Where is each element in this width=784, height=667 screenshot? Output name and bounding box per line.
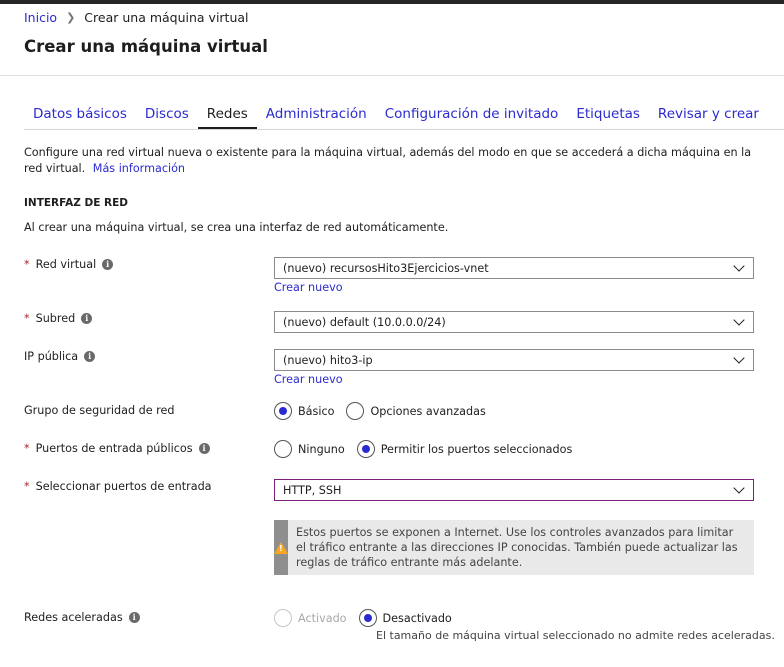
chevron-down-icon bbox=[733, 314, 745, 326]
inbound-ports-label-text: Puertos de entrada públicos bbox=[35, 442, 193, 455]
accel-off-radio[interactable]: Desactivado bbox=[358, 609, 452, 627]
info-icon[interactable]: i bbox=[128, 612, 140, 623]
inbound-selected-radio[interactable]: Permitir los puertos seleccionados bbox=[356, 440, 573, 458]
radio-unchecked-icon[interactable] bbox=[274, 440, 292, 458]
radio-checked-icon[interactable] bbox=[274, 402, 292, 420]
tab-configuracion-invitado[interactable]: Configuración de invitado bbox=[376, 106, 568, 129]
accel-radio-group: Activado Desactivado bbox=[274, 609, 464, 627]
nsg-basic-radio[interactable]: Básico bbox=[274, 402, 334, 420]
tab-bar: Datos básicos Discos Redes Administració… bbox=[24, 106, 768, 129]
breadcrumb-home-link[interactable]: Inicio bbox=[24, 10, 57, 25]
required-marker: * bbox=[24, 480, 30, 493]
accel-on-radio: Activado bbox=[274, 609, 347, 627]
nsg-label: Grupo de seguridad de red bbox=[24, 404, 175, 417]
top-bar bbox=[0, 0, 784, 4]
tab-datos-basicos[interactable]: Datos básicos bbox=[24, 106, 136, 129]
accel-label-text: Redes aceleradas bbox=[24, 611, 123, 624]
breadcrumb: Inicio ❯ Crear una máquina virtual bbox=[24, 10, 249, 25]
info-icon[interactable]: i bbox=[81, 313, 93, 324]
info-icon[interactable]: i bbox=[198, 443, 210, 454]
inbound-ports-radio-group: Ninguno Permitir los puertos seleccionad… bbox=[274, 440, 584, 458]
vnet-dropdown[interactable]: (nuevo) recursosHito3Ejercicios-vnet bbox=[274, 257, 754, 279]
subnet-label-text: Subred bbox=[35, 312, 76, 325]
breadcrumb-current: Crear una máquina virtual bbox=[84, 10, 249, 25]
warning-banner: ! Estos puertos se exponen a Internet. U… bbox=[274, 520, 754, 575]
nsg-advanced-radio[interactable]: Opciones avanzadas bbox=[346, 402, 486, 420]
required-marker: * bbox=[24, 442, 30, 455]
vnet-label: * Red virtual i bbox=[24, 258, 114, 271]
public-ip-label-text: IP pública bbox=[24, 350, 79, 363]
page-title: Crear una máquina virtual bbox=[24, 37, 268, 56]
select-ports-label-text: Seleccionar puertos de entrada bbox=[35, 480, 212, 493]
vnet-value: (nuevo) recursosHito3Ejercicios-vnet bbox=[283, 261, 489, 275]
chevron-down-icon bbox=[733, 352, 745, 364]
select-ports-value: HTTP, SSH bbox=[283, 483, 342, 497]
inbound-none-radio[interactable]: Ninguno bbox=[274, 440, 345, 458]
intro-text: Configure una red virtual nueva o existe… bbox=[24, 145, 754, 177]
radio-checked-icon[interactable] bbox=[358, 609, 377, 627]
chevron-right-icon: ❯ bbox=[66, 11, 76, 24]
divider bbox=[0, 75, 784, 76]
public-ip-value: (nuevo) hito3-ip bbox=[283, 353, 373, 367]
nsg-radio-group: Básico Opciones avanzadas bbox=[274, 402, 498, 420]
inbound-none-label: Ninguno bbox=[298, 442, 345, 456]
public-ip-label: IP pública i bbox=[24, 350, 96, 363]
nsg-basic-label: Básico bbox=[298, 404, 335, 418]
public-ip-dropdown[interactable]: (nuevo) hito3-ip bbox=[274, 349, 754, 371]
warning-icon: ! bbox=[274, 541, 288, 554]
tab-etiquetas[interactable]: Etiquetas bbox=[567, 106, 649, 129]
nsg-advanced-label: Opciones avanzadas bbox=[370, 404, 486, 418]
select-ports-label: * Seleccionar puertos de entrada bbox=[24, 480, 212, 493]
warning-bar: ! bbox=[274, 520, 288, 575]
accel-off-label: Desactivado bbox=[382, 611, 452, 625]
vnet-create-link[interactable]: Crear nuevo bbox=[274, 281, 343, 294]
public-ip-create-link[interactable]: Crear nuevo bbox=[274, 373, 343, 386]
nsg-label-text: Grupo de seguridad de red bbox=[24, 404, 175, 417]
radio-unchecked-icon[interactable] bbox=[346, 402, 365, 420]
tab-redes[interactable]: Redes bbox=[197, 106, 257, 129]
warning-text: Estos puertos se exponen a Internet. Use… bbox=[296, 526, 738, 569]
vnet-label-text: Red virtual bbox=[35, 258, 97, 271]
required-marker: * bbox=[24, 312, 30, 325]
required-marker: * bbox=[24, 258, 30, 271]
subnet-label: * Subred i bbox=[24, 312, 93, 325]
tab-administracion[interactable]: Administración bbox=[257, 106, 376, 129]
auto-interface-text: Al crear una máquina virtual, se crea un… bbox=[24, 221, 449, 234]
chevron-down-icon bbox=[733, 482, 745, 494]
info-icon[interactable]: i bbox=[102, 259, 114, 270]
tab-discos[interactable]: Discos bbox=[136, 106, 198, 129]
select-ports-dropdown[interactable]: HTTP, SSH bbox=[274, 479, 754, 501]
inbound-selected-label: Permitir los puertos seleccionados bbox=[380, 442, 573, 456]
accel-label: Redes aceleradas i bbox=[24, 611, 140, 624]
subnet-value: (nuevo) default (10.0.0.0/24) bbox=[283, 315, 446, 329]
accel-note: El tamaño de máquina virtual seleccionad… bbox=[376, 629, 775, 642]
more-info-link[interactable]: Más información bbox=[93, 162, 185, 175]
tabs-divider bbox=[24, 129, 784, 130]
inbound-ports-label: * Puertos de entrada públicos i bbox=[24, 442, 210, 455]
subnet-dropdown[interactable]: (nuevo) default (10.0.0.0/24) bbox=[274, 311, 754, 333]
radio-disabled-icon bbox=[274, 609, 292, 627]
accel-on-label: Activado bbox=[298, 611, 347, 625]
chevron-down-icon bbox=[733, 260, 745, 272]
radio-checked-icon[interactable] bbox=[356, 440, 375, 458]
info-icon[interactable]: i bbox=[84, 351, 96, 362]
section-title: INTERFAZ DE RED bbox=[24, 197, 128, 209]
tab-revisar-crear[interactable]: Revisar y crear bbox=[649, 106, 768, 129]
